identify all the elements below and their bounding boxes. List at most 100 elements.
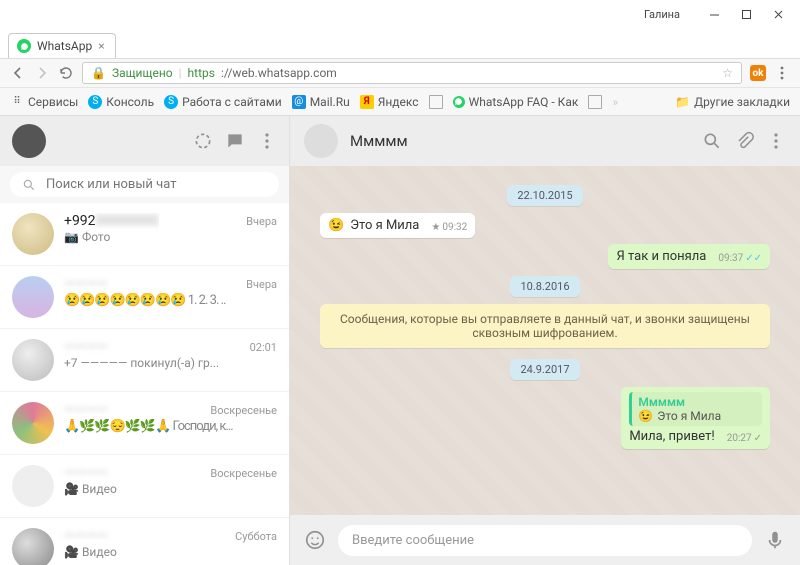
secure-label: Защищено bbox=[112, 66, 173, 80]
star-icon: ★ bbox=[431, 222, 440, 233]
message-text: Мила, привет! bbox=[629, 429, 714, 444]
skype-icon: S bbox=[88, 95, 102, 109]
chat-menu-icon[interactable] bbox=[766, 131, 786, 151]
new-chat-icon[interactable] bbox=[225, 131, 245, 151]
chat-preview: 🙏🌿🌿😔🌿🌿🙏 Господи, к... bbox=[64, 419, 277, 434]
whatsapp-icon bbox=[17, 39, 31, 53]
browser-toolbar: 🔒 Защищено | https://web.whatsapp.com ☆ … bbox=[0, 58, 800, 88]
encryption-notice: Сообщения, которые вы отправляете в данн… bbox=[320, 304, 770, 348]
chat-list-item[interactable]: ————Суббота 🎥Видео bbox=[0, 518, 289, 565]
read-ticks-icon: ✓✓ bbox=[745, 253, 762, 264]
self-avatar[interactable] bbox=[12, 124, 46, 158]
sidebar: +99200000000 Вчера 📷Фото ————Вчера 😢😢😢😢😢😢… bbox=[0, 116, 290, 565]
chat-name: ———— bbox=[64, 465, 108, 481]
search-container bbox=[0, 166, 289, 203]
window-maximize-button[interactable] bbox=[730, 2, 762, 26]
status-icon[interactable] bbox=[193, 131, 213, 151]
address-bar[interactable]: 🔒 Защищено | https://web.whatsapp.com ☆ bbox=[82, 62, 742, 84]
date-separator: 22.10.2015 bbox=[320, 184, 770, 203]
emoji-picker-icon[interactable] bbox=[304, 529, 326, 551]
skype-icon: S bbox=[164, 95, 178, 109]
message-meta: 20:27✓ bbox=[727, 433, 762, 444]
bookmark-doc2[interactable] bbox=[588, 95, 602, 109]
message-outgoing[interactable]: Я так и поняла 09:37✓✓ bbox=[320, 244, 770, 269]
browser-menu-button[interactable] bbox=[774, 65, 790, 81]
chat-name: +99200000000 bbox=[64, 213, 159, 229]
message-text: Это я Мила bbox=[350, 218, 419, 233]
chat-list-item[interactable]: ————Вчера 😢😢😢😢😢😢😢😢 1. 2. 3. .. bbox=[0, 266, 289, 329]
chat-list-item[interactable]: ————02:01 +7 ————— покинул(-а) гр... bbox=[0, 329, 289, 392]
date-separator: 10.8.2016 bbox=[320, 275, 770, 294]
whatsapp-app: +99200000000 Вчера 📷Фото ————Вчера 😢😢😢😢😢😢… bbox=[0, 116, 800, 565]
apps-button[interactable]: ⠿Сервисы bbox=[10, 95, 78, 109]
voice-record-icon[interactable] bbox=[764, 529, 786, 551]
folder-icon: 📁 bbox=[675, 95, 690, 109]
conversation-header: Ммммм bbox=[290, 116, 800, 166]
chat-avatar bbox=[12, 402, 54, 444]
bookmarks-bar: ⠿Сервисы SКонсоль SРабота с сайтами @Mai… bbox=[0, 88, 800, 116]
chat-avatar bbox=[12, 339, 54, 381]
tab-whatsapp[interactable]: WhatsApp × bbox=[8, 33, 116, 58]
message-input[interactable]: Введите сообщение bbox=[338, 525, 752, 556]
emoji-wink-icon: 😉 bbox=[328, 218, 344, 233]
chat-time: Вчера bbox=[242, 215, 277, 228]
yandex-icon: Я bbox=[360, 95, 374, 109]
chat-preview: +7 ————— покинул(-а) гр... bbox=[64, 356, 277, 370]
page-icon bbox=[588, 95, 602, 109]
tab-close-icon[interactable]: × bbox=[98, 39, 104, 53]
chat-time: Воскресенье bbox=[206, 467, 277, 480]
window-minimize-button[interactable] bbox=[698, 2, 730, 26]
quoted-message: Ммммм 😉Это я Мила bbox=[629, 392, 762, 426]
chat-avatar bbox=[12, 465, 54, 507]
bookmark-doc[interactable] bbox=[429, 95, 443, 109]
chat-time: Суббота bbox=[231, 530, 277, 543]
search-icon bbox=[22, 178, 36, 192]
extension-odnoklassniki-icon[interactable]: ok bbox=[750, 65, 766, 81]
message-list[interactable]: 22.10.2015 😉 Это я Мила ★09:32 Я так и по… bbox=[290, 166, 800, 515]
message-incoming[interactable]: 😉 Это я Мила ★09:32 bbox=[320, 213, 770, 238]
chat-avatar bbox=[12, 528, 54, 565]
chat-preview: 📷Фото bbox=[64, 230, 277, 244]
bookmark-star-icon[interactable]: ☆ bbox=[722, 66, 733, 80]
sidebar-header bbox=[0, 116, 289, 166]
os-username: Галина bbox=[644, 8, 680, 21]
other-bookmarks-button[interactable]: Другие закладки bbox=[694, 95, 790, 109]
chat-name: ———— bbox=[64, 276, 108, 292]
whatsapp-icon bbox=[453, 96, 465, 108]
bookmark-sites[interactable]: SРабота с сайтами bbox=[164, 95, 282, 109]
browser-tab-strip: WhatsApp × bbox=[0, 28, 800, 58]
message-composer: Введите сообщение bbox=[290, 515, 800, 565]
nav-reload-button[interactable] bbox=[58, 65, 74, 81]
nav-forward-button[interactable] bbox=[34, 65, 50, 81]
chat-list-item[interactable]: ————Воскресенье 🙏🌿🌿😔🌿🌿🙏 Господи, к... bbox=[0, 392, 289, 455]
bookmark-yandex[interactable]: ЯЯндекс bbox=[360, 95, 419, 109]
chat-time: 02:01 bbox=[246, 341, 277, 354]
chat-preview: 🎥Видео bbox=[64, 545, 277, 559]
url-rest: ://web.whatsapp.com bbox=[221, 66, 337, 80]
search-input[interactable] bbox=[46, 177, 267, 192]
nav-back-button[interactable] bbox=[10, 65, 26, 81]
message-outgoing[interactable]: Ммммм 😉Это я Мила Мила, привет! 20:27✓ bbox=[320, 387, 770, 449]
contact-avatar[interactable] bbox=[304, 124, 338, 158]
url-scheme: https bbox=[188, 66, 215, 80]
emoji-wink-icon: 😉 bbox=[638, 409, 653, 423]
chat-list-item[interactable]: +99200000000 Вчера 📷Фото bbox=[0, 203, 289, 266]
chat-list-item[interactable]: ———— Воскресенье 🎥Видео bbox=[0, 455, 289, 518]
chat-preview: 😢😢😢😢😢😢😢😢 1. 2. 3. .. bbox=[64, 293, 277, 308]
message-meta: ★09:32 bbox=[431, 222, 467, 233]
conversation-panel: Ммммм 22.10.2015 😉 Это я Мила ★09:32 Я та… bbox=[290, 116, 800, 565]
search-in-chat-icon[interactable] bbox=[702, 131, 722, 151]
chat-preview: 🎥Видео bbox=[64, 482, 277, 496]
chat-name: ———— bbox=[64, 402, 108, 418]
bookmark-mailru[interactable]: @Mail.Ru bbox=[292, 95, 350, 109]
bookmark-wa-faq[interactable]: WhatsApp FAQ - Как bbox=[453, 95, 579, 109]
contact-name[interactable]: Ммммм bbox=[350, 132, 690, 150]
lock-icon: 🔒 bbox=[91, 66, 106, 80]
window-titlebar: Галина bbox=[0, 0, 800, 28]
date-separator: 24.9.2017 bbox=[320, 358, 770, 377]
bookmark-console[interactable]: SКонсоль bbox=[88, 95, 154, 109]
chat-list[interactable]: +99200000000 Вчера 📷Фото ————Вчера 😢😢😢😢😢😢… bbox=[0, 203, 289, 565]
attach-icon[interactable] bbox=[734, 131, 754, 151]
menu-icon[interactable] bbox=[257, 131, 277, 151]
window-close-button[interactable] bbox=[762, 2, 794, 26]
